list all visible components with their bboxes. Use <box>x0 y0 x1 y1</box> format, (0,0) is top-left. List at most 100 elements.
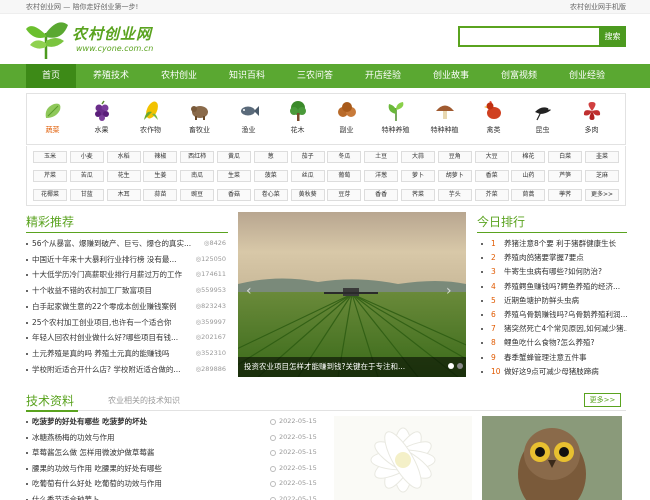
crop-tag[interactable]: 荠菜 <box>401 189 435 201</box>
ranking-item[interactable]: 2 养殖肉鸽猪要掌握7要点 <box>477 250 627 265</box>
crop-tag[interactable]: 甘蓝 <box>69 189 104 201</box>
ranking-item[interactable]: 5 近期鱼塘护防鲜头虫病 <box>477 293 627 308</box>
category-crops[interactable]: 农作物 <box>127 94 174 146</box>
featured-item[interactable]: 年轻人回农村创业做什么好?哪些项目有钱... ◎202167 <box>26 330 228 346</box>
tech-item-title[interactable]: 冰糖燕杨梅的功效与作用 <box>32 430 115 445</box>
ranking-item-title[interactable]: 春季蟹蜂管理注意五件事 <box>504 350 587 365</box>
crop-tag[interactable]: 大蒜 <box>401 151 435 163</box>
featured-item-title[interactable]: 学校附近适合开什么店? 学校附近适合做的... <box>32 362 181 377</box>
carousel-caption[interactable]: 投资农业项目怎样才能赚到钱?关键在于专注和... <box>238 357 466 377</box>
carousel-dot-1[interactable] <box>448 363 454 369</box>
tags-more-link[interactable]: 更多>> <box>585 189 619 201</box>
tech-item[interactable]: 冰糖燕杨梅的功效与作用 2022-05-15 <box>26 430 318 445</box>
category-special-breeding[interactable]: 特种养殖 <box>372 94 419 146</box>
featured-item[interactable]: 十大低学历冷门高薪职业排行月薪过万的工作 ◎174611 <box>26 267 228 283</box>
crop-tag[interactable]: 葡萄 <box>327 170 362 182</box>
ranking-item[interactable]: 8 鲤鱼吃什么食物?怎么养殖? <box>477 335 627 350</box>
ranking-item-title[interactable]: 养殖鳄鱼赚钱吗?鳄鱼养殖的经济... <box>504 279 620 294</box>
featured-item[interactable]: 白手起家做生意的22个零成本创业赚钱案例 ◎823243 <box>26 298 228 314</box>
crop-tag[interactable]: 芝麻 <box>585 170 619 182</box>
crop-tag[interactable]: 豆角 <box>437 151 472 163</box>
crop-tag[interactable]: 黄瓜 <box>217 151 251 163</box>
featured-item[interactable]: 56个从暴富、爆赚到破产、巨亏、爆仓的真实... ◎8426 <box>26 236 228 251</box>
featured-item-title[interactable]: 白手起家做生意的22个零成本创业赚钱案例 <box>32 299 177 314</box>
crop-tag[interactable]: 芦笋 <box>548 170 583 182</box>
tech-item[interactable]: 吃葡萄有什么好处 吃葡萄的功效与作用 2022-05-15 <box>26 476 318 491</box>
featured-item[interactable]: 中国近十年来十大暴利行业排行榜 没有最... ◎125050 <box>26 251 228 267</box>
owl-image[interactable] <box>482 416 622 500</box>
tech-item-title[interactable]: 吃菠萝的好处有哪些 吃菠萝的坏处 <box>32 414 147 429</box>
ranking-item[interactable]: 4 养殖鳄鱼赚钱吗?鳄鱼养殖的经济... <box>477 279 627 294</box>
crop-tag[interactable]: 茼蒿 <box>511 189 546 201</box>
nav-rural-startup[interactable]: 农村创业 <box>154 64 204 88</box>
featured-item-title[interactable]: 25个农村加工创业项目,也许有一个适合你 <box>32 315 171 330</box>
featured-item-title[interactable]: 年轻人回农村创业做什么好?哪些项目有钱... <box>32 330 178 345</box>
crop-tag[interactable]: 苦瓜 <box>69 170 104 182</box>
crop-tag[interactable]: 玉米 <box>33 151 67 163</box>
ranking-item[interactable]: 7 猪突然死亡4个常见原因,如何减少猪... <box>477 321 627 336</box>
crop-tag[interactable]: 菠菜 <box>253 170 288 182</box>
crop-tag[interactable]: 水稻 <box>106 151 141 163</box>
crop-tag[interactable]: 山药 <box>511 170 546 182</box>
nav-shop[interactable]: 开店经验 <box>358 64 408 88</box>
nav-encyclopedia[interactable]: 知识百科 <box>222 64 272 88</box>
crop-tag[interactable]: 香菇 <box>217 189 251 201</box>
crop-tag[interactable]: 黄秋葵 <box>290 189 325 201</box>
crop-tag[interactable]: 南瓜 <box>180 170 215 182</box>
tech-item-title[interactable]: 腰果的功效与作用 吃腰果的好处有哪些 <box>32 461 162 476</box>
crop-tag[interactable]: 荸荠 <box>548 189 583 201</box>
search-button[interactable]: 搜索 <box>599 26 626 47</box>
crop-tag[interactable]: 小麦 <box>69 151 104 163</box>
category-fishery[interactable]: 渔业 <box>225 94 272 146</box>
crop-tag[interactable]: 胡萝卜 <box>437 170 472 182</box>
ranking-item[interactable]: 9 春季蟹蜂管理注意五件事 <box>477 350 627 365</box>
ranking-item-title[interactable]: 做好这9点可减少母猪肢蹄病 <box>504 364 599 379</box>
crop-tag[interactable]: 棉花 <box>511 151 546 163</box>
ranking-item[interactable]: 6 养殖乌骨鹅赚钱吗?乌骨鹅养殖利润... <box>477 307 627 322</box>
crop-tag[interactable]: 豌豆 <box>180 189 215 201</box>
ranking-item[interactable]: 1 养猪注意8个要 利于猪群健康生长 <box>477 236 627 251</box>
crop-tag[interactable]: 丝瓜 <box>290 170 325 182</box>
ranking-item-title[interactable]: 养殖肉鸽猪要掌握7要点 <box>504 250 584 265</box>
crop-tag[interactable]: 茄子 <box>290 151 325 163</box>
featured-item-title[interactable]: 十大低学历冷门高薪职业排行月薪过万的工作 <box>32 267 182 282</box>
tech-item[interactable]: 吃菠萝的好处有哪些 吃菠萝的坏处 2022-05-15 <box>26 414 318 429</box>
category-succulent[interactable]: 多肉 <box>568 94 615 146</box>
crop-tag[interactable]: 土豆 <box>364 151 399 163</box>
nav-video[interactable]: 创富视频 <box>494 64 544 88</box>
crop-tag[interactable]: 木耳 <box>106 189 141 201</box>
tech-item-title[interactable]: 吃葡萄有什么好处 吃葡萄的功效与作用 <box>32 476 162 491</box>
ranking-item-title[interactable]: 猪突然死亡4个常见原因,如何减少猪... <box>504 321 627 336</box>
featured-item[interactable]: 25个农村加工创业项目,也许有一个适合你 ◎359997 <box>26 314 228 330</box>
crop-tag[interactable]: 花椰菜 <box>33 189 67 201</box>
crop-tag[interactable]: 香菜 <box>474 170 509 182</box>
cactus-flower-image[interactable] <box>334 416 472 500</box>
featured-item[interactable]: 十个收益不错的农村加工厂致富项目 ◎559953 <box>26 283 228 299</box>
crop-tag[interactable]: 洋葱 <box>364 170 399 182</box>
nav-experience[interactable]: 创业经验 <box>562 64 612 88</box>
carousel-dot-2[interactable] <box>457 363 463 369</box>
category-livestock[interactable]: 畜牧业 <box>176 94 223 146</box>
featured-item-title[interactable]: 56个从暴富、爆赚到破产、巨亏、爆仓的真实... <box>32 236 191 251</box>
carousel[interactable]: ‹ › 投资农业项目怎样才能赚到钱?关键在于专注和... <box>238 212 466 377</box>
category-insects[interactable]: 昆虫 <box>519 94 566 146</box>
nav-breeding[interactable]: 养殖技术 <box>86 64 136 88</box>
tech-more-link[interactable]: 更多>> <box>584 393 621 407</box>
crop-tag[interactable]: 西红柿 <box>180 151 215 163</box>
category-fruit[interactable]: 水果 <box>78 94 125 146</box>
crop-tag[interactable]: 芋头 <box>437 189 472 201</box>
crop-tag[interactable]: 芥菜 <box>474 189 509 201</box>
search-input[interactable] <box>458 26 599 47</box>
category-poultry[interactable]: 禽类 <box>470 94 517 146</box>
featured-item[interactable]: 学校附近适合开什么店? 学校附近适合做的... ◎289886 <box>26 361 228 377</box>
ranking-item-title[interactable]: 近期鱼塘护防鲜头虫病 <box>504 293 579 308</box>
category-vegetable[interactable]: 蔬菜 <box>29 94 76 146</box>
tech-item[interactable]: 草莓酱怎么做 怎样用微波炉做草莓酱 2022-05-15 <box>26 445 318 460</box>
crop-tag[interactable]: 辣椒 <box>143 151 178 163</box>
category-sideline[interactable]: 副业 <box>323 94 370 146</box>
ranking-item-title[interactable]: 牛寄生虫病有哪些?如何防治? <box>504 264 602 279</box>
nav-qa[interactable]: 三农问答 <box>290 64 340 88</box>
tech-item[interactable]: 腰果的功效与作用 吃腰果的好处有哪些 2022-05-15 <box>26 461 318 476</box>
carousel-prev-button[interactable]: ‹ <box>246 282 258 300</box>
nav-stories[interactable]: 创业故事 <box>426 64 476 88</box>
